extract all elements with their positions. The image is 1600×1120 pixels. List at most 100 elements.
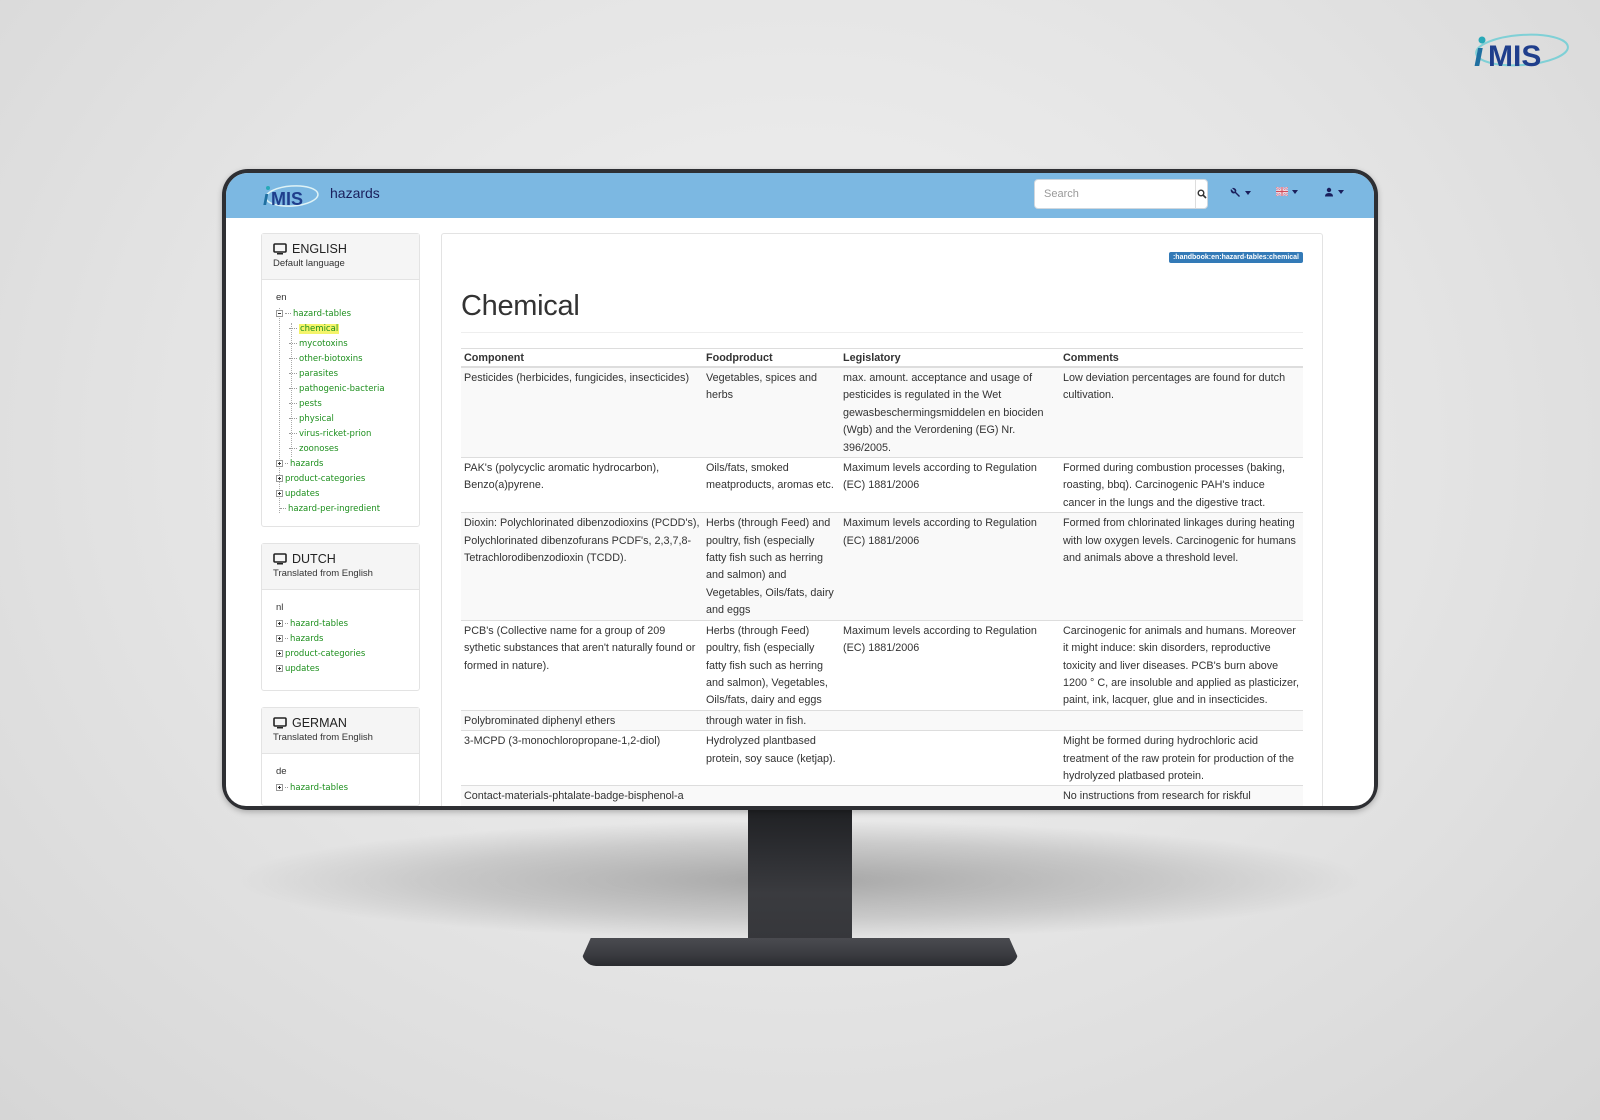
monitor-icon <box>273 553 287 565</box>
language-name: ENGLISH <box>292 242 347 256</box>
expand-icon[interactable] <box>276 784 283 791</box>
cell-component: Dioxin: Polychlorinated dibenzodioxins (… <box>461 512 703 621</box>
language-name: GERMAN <box>292 716 347 730</box>
tree-label[interactable]: hazard-per-ingredient <box>288 504 380 514</box>
cell-legislatory: Maximum levels according to Regulation (… <box>840 619 1060 711</box>
search-icon <box>1197 189 1207 199</box>
cell-comments: Low deviation percentages are found for … <box>1060 366 1303 458</box>
language-menu[interactable] <box>1276 187 1298 196</box>
expand-icon[interactable] <box>276 650 283 657</box>
collapse-icon[interactable] <box>276 310 283 317</box>
language-title: ENGLISH <box>273 242 408 256</box>
table-row: PCB's (Collective name for a group of 20… <box>461 619 1303 711</box>
cell-foodproduct: Herbs (through Feed) and poultry, fish (… <box>703 512 840 621</box>
language-panel-german: GERMAN Translated from English de hazard… <box>261 707 420 806</box>
cell-foodproduct <box>703 785 840 806</box>
imis-logo-icon: ı MIS <box>263 185 319 210</box>
monitor-icon <box>273 243 287 255</box>
tree-node-hazards[interactable]: hazards <box>276 631 409 646</box>
column-header-comments: Comments <box>1060 348 1303 368</box>
expand-icon[interactable] <box>276 665 283 672</box>
tree-label[interactable]: zoonoses <box>299 444 339 454</box>
tools-menu[interactable] <box>1230 187 1251 198</box>
tree-node-other-biotoxins[interactable]: other-biotoxins <box>276 351 409 366</box>
tree-node-pathogenic-bacteria[interactable]: pathogenic-bacteria <box>276 381 409 396</box>
tree-label[interactable]: mycotoxins <box>299 339 348 349</box>
tree-node-updates[interactable]: updates <box>276 486 409 501</box>
expand-icon[interactable] <box>276 635 283 642</box>
tree-node-physical[interactable]: physical <box>276 411 409 426</box>
search-input[interactable] <box>1035 180 1195 208</box>
table-row: PAK's (polycyclic aromatic hydrocarbon),… <box>461 457 1303 513</box>
tree-label-active[interactable]: chemical <box>299 323 340 334</box>
language-subtitle: Default language <box>273 258 345 269</box>
tree-label[interactable]: product-categories <box>285 649 365 659</box>
expand-icon[interactable] <box>276 475 283 482</box>
tree-root: nl <box>276 602 284 613</box>
tree-node-virus-ricket-prion[interactable]: virus-ricket-prion <box>276 426 409 441</box>
svg-text:MIS: MIS <box>271 189 303 209</box>
tree-label[interactable]: updates <box>285 489 319 499</box>
screen: ı MIS hazards Search ENGLISH Default lan… <box>226 173 1374 806</box>
language-name: DUTCH <box>292 552 336 566</box>
monitor-stand-neck <box>748 808 852 950</box>
brand-logo: ı MIS <box>1470 30 1570 76</box>
nav-logo[interactable]: ı MIS <box>262 182 320 210</box>
tree-label[interactable]: virus-ricket-prion <box>299 429 371 439</box>
chevron-down-icon <box>1338 190 1344 194</box>
tree-label[interactable]: hazard-tables <box>290 619 348 629</box>
cell-legislatory <box>840 785 1060 806</box>
user-menu[interactable] <box>1324 187 1344 197</box>
tree-label[interactable]: other-biotoxins <box>299 354 363 364</box>
cell-foodproduct: Vegetables, spices and herbs <box>703 366 840 458</box>
tree-node-parasites[interactable]: parasites <box>276 366 409 381</box>
wrench-icon <box>1230 187 1240 197</box>
language-title: GERMAN <box>273 716 408 730</box>
tree-label[interactable]: product-categories <box>285 474 365 484</box>
sidebar: ENGLISH Default language en hazard-table… <box>261 233 420 806</box>
tree-label[interactable]: hazards <box>290 634 323 644</box>
tree-label[interactable]: hazard-tables <box>290 783 348 793</box>
page-tree: nl hazard-tables hazards product-categor… <box>262 590 419 690</box>
tree-node-hazard-per-ingredient[interactable]: hazard-per-ingredient <box>276 501 409 516</box>
chevron-down-icon <box>1245 190 1251 195</box>
tree-node-hazards[interactable]: hazards <box>276 456 409 471</box>
tree-node-hazard-tables[interactable]: hazard-tables <box>276 616 409 631</box>
tree-node-hazard-tables[interactable]: hazard-tables <box>276 780 409 795</box>
table-row: 3-MCPD (3-monochloropropane-1,2-diol) Hy… <box>461 730 1303 786</box>
cell-component: Contact-materials-phtalate-badge-bisphen… <box>461 785 703 806</box>
page-tree: en hazard-tables chemical mycotoxins oth… <box>262 280 419 526</box>
expand-icon[interactable] <box>276 490 283 497</box>
app-title[interactable]: hazards <box>330 185 380 201</box>
tree-label[interactable]: updates <box>285 664 319 674</box>
tree-label[interactable]: hazard-tables <box>293 309 351 319</box>
expand-icon[interactable] <box>276 620 283 627</box>
tree-node-product-categories[interactable]: product-categories <box>276 646 409 661</box>
page-path-badge[interactable]: :handbook:en:hazard-tables:chemical <box>1168 252 1303 263</box>
tree-label[interactable]: pathogenic-bacteria <box>299 384 385 394</box>
column-header-foodproduct: Foodproduct <box>703 348 840 368</box>
expand-icon[interactable] <box>276 460 283 467</box>
tree-node-hazard-tables[interactable]: hazard-tables <box>276 306 409 321</box>
tree-node-updates[interactable]: updates <box>276 661 409 676</box>
tree-label[interactable]: parasites <box>299 369 338 379</box>
tree-node-pests[interactable]: pests <box>276 396 409 411</box>
page-tree: de hazard-tables <box>262 754 419 805</box>
table-row: Dioxin: Polychlorinated dibenzodioxins (… <box>461 512 1303 621</box>
tree-label[interactable]: physical <box>299 414 334 424</box>
search-button[interactable] <box>1195 180 1207 208</box>
tree-label[interactable]: hazards <box>290 459 323 469</box>
cell-comments: Carcinogenic for animals and humans. Mor… <box>1060 619 1303 711</box>
cell-component: Pesticides (herbicides, fungicides, inse… <box>461 366 703 458</box>
tree-label[interactable]: pests <box>299 399 322 409</box>
tree-node-zoonoses[interactable]: zoonoses <box>276 441 409 456</box>
tree-node-product-categories[interactable]: product-categories <box>276 471 409 486</box>
column-header-legislatory: Legislatory <box>840 348 1060 368</box>
svg-text:ı: ı <box>1474 36 1483 74</box>
tree-node-mycotoxins[interactable]: mycotoxins <box>276 336 409 351</box>
cell-foodproduct: Oils/fats, smoked meatproducts, aromas e… <box>703 457 840 513</box>
tree-root: en <box>276 292 287 303</box>
tree-node-chemical[interactable]: chemical <box>276 321 409 336</box>
table-header-row: Component Foodproduct Legislatory Commen… <box>461 348 1303 368</box>
language-panel-dutch: DUTCH Translated from English nl hazard-… <box>261 543 420 691</box>
